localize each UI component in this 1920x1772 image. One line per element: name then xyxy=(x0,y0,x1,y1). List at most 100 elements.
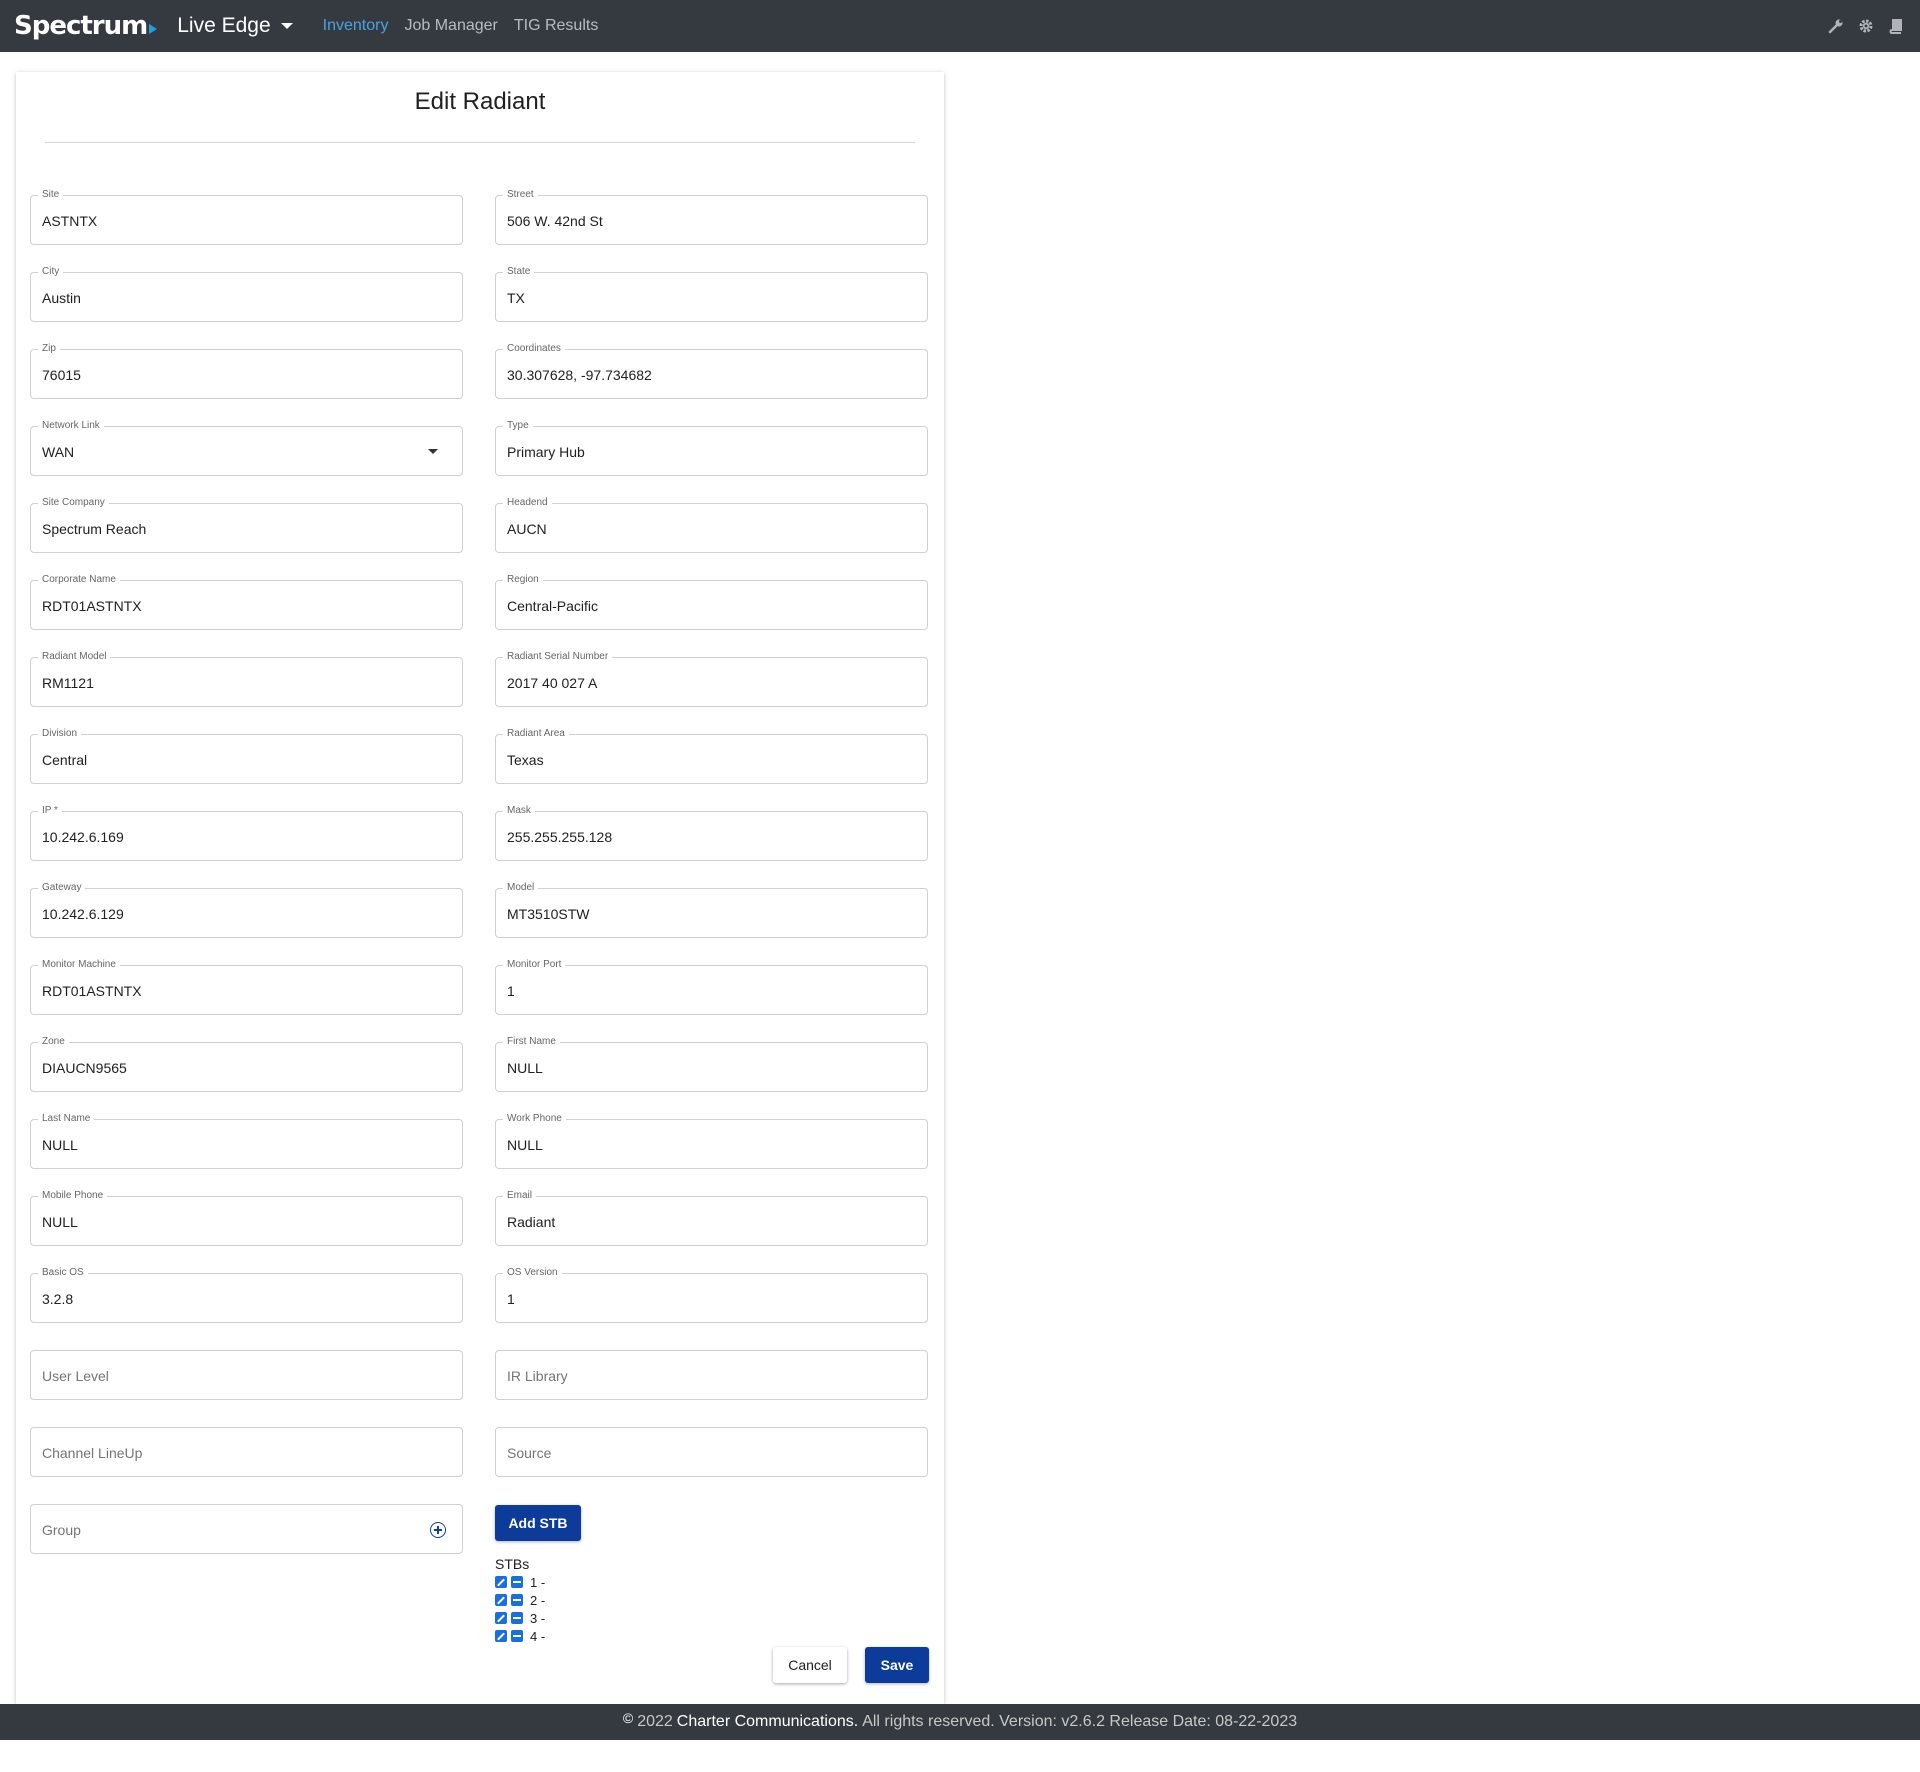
footer-year: 2022 xyxy=(637,1713,673,1730)
model-field[interactable]: Model MT3510STW xyxy=(495,882,928,938)
email-label: Email xyxy=(503,1190,537,1201)
save-button[interactable]: Save xyxy=(865,1647,929,1683)
remove-icon[interactable] xyxy=(511,1630,523,1642)
footer-text: All rights reserved. Version: v2.6.2 Rel… xyxy=(862,1713,1298,1730)
zip-field[interactable]: Zip 76015 xyxy=(30,343,463,399)
region-label: Region xyxy=(503,574,543,585)
last-name-field[interactable]: Last Name NULL xyxy=(30,1113,463,1169)
work-phone-field[interactable]: Work Phone NULL xyxy=(495,1113,928,1169)
stb-list-item: 4 - xyxy=(495,1628,545,1644)
nav-tig-results[interactable]: TIG Results xyxy=(514,17,598,35)
monitor-machine-label: Monitor Machine xyxy=(38,959,120,970)
source-placeholder: Source xyxy=(507,1445,552,1461)
monitor-port-field[interactable]: Monitor Port 1 xyxy=(495,959,928,1015)
book-icon[interactable] xyxy=(1886,16,1906,36)
type-field[interactable]: Type Primary Hub xyxy=(495,420,928,476)
edit-icon[interactable] xyxy=(495,1576,507,1588)
mask-field[interactable]: Mask 255.255.255.128 xyxy=(495,805,928,861)
user-level-field[interactable]: User Level xyxy=(30,1350,463,1400)
type-label: Type xyxy=(503,420,533,431)
radiant-serial-field[interactable]: Radiant Serial Number 2017 40 027 A xyxy=(495,651,928,707)
gateway-value: 10.242.6.129 xyxy=(42,906,124,922)
channel-lineup-placeholder: Channel LineUp xyxy=(42,1445,143,1461)
mask-value: 255.255.255.128 xyxy=(507,829,613,845)
state-field[interactable]: State TX xyxy=(495,266,928,322)
site-company-field[interactable]: Site Company Spectrum Reach xyxy=(30,497,463,553)
city-field[interactable]: City Austin xyxy=(30,266,463,322)
mobile-phone-value: NULL xyxy=(42,1214,78,1230)
brand-text: Spectrum xyxy=(14,11,148,41)
basic-os-value: 3.2.8 xyxy=(42,1291,74,1307)
region-field[interactable]: Region Central-Pacific xyxy=(495,574,928,630)
model-label: Model xyxy=(503,882,539,893)
city-value: Austin xyxy=(42,290,81,306)
gear-icon[interactable] xyxy=(1856,16,1876,36)
stb-list-item: 2 - xyxy=(495,1592,545,1608)
group-placeholder: Group xyxy=(42,1522,81,1538)
street-field[interactable]: Street 506 W. 42nd St xyxy=(495,189,928,245)
basic-os-field[interactable]: Basic OS 3.2.8 xyxy=(30,1267,463,1323)
site-field[interactable]: Site ASTNTX xyxy=(30,189,463,245)
division-field[interactable]: Division Central xyxy=(30,728,463,784)
division-value: Central xyxy=(42,752,88,768)
nav-job-manager[interactable]: Job Manager xyxy=(404,17,497,35)
remove-icon[interactable] xyxy=(511,1594,523,1606)
wrench-icon[interactable] xyxy=(1826,16,1846,36)
source-field[interactable]: Source xyxy=(495,1427,928,1477)
monitor-port-label: Monitor Port xyxy=(503,959,566,970)
monitor-machine-field[interactable]: Monitor Machine RDT01ASTNTX xyxy=(30,959,463,1015)
remove-icon[interactable] xyxy=(511,1612,523,1624)
street-label: Street xyxy=(503,189,538,200)
coordinates-label: Coordinates xyxy=(503,343,565,354)
add-stb-button[interactable]: Add STB xyxy=(495,1505,581,1541)
remove-icon[interactable] xyxy=(511,1576,523,1588)
headend-field[interactable]: Headend AUCN xyxy=(495,497,928,553)
monitor-machine-value: RDT01ASTNTX xyxy=(42,983,142,999)
radiant-area-field[interactable]: Radiant Area Texas xyxy=(495,728,928,784)
spectrum-logo[interactable]: Spectrum xyxy=(14,11,158,41)
gateway-field[interactable]: Gateway 10.242.6.129 xyxy=(30,882,463,938)
ir-library-placeholder: IR Library xyxy=(507,1368,568,1384)
gateway-label: Gateway xyxy=(38,882,86,893)
nav-inventory[interactable]: Inventory xyxy=(323,17,389,35)
channel-lineup-field[interactable]: Channel LineUp xyxy=(30,1427,463,1477)
zone-field[interactable]: Zone DIAUCN9565 xyxy=(30,1036,463,1092)
radiant-model-field[interactable]: Radiant Model RM1121 xyxy=(30,651,463,707)
stbs-heading: STBs xyxy=(495,1556,530,1572)
edit-icon[interactable] xyxy=(495,1594,507,1606)
state-value: TX xyxy=(507,290,525,306)
network-link-select[interactable]: Network Link WAN xyxy=(30,420,463,476)
stb-label: 3 - xyxy=(530,1610,546,1626)
radiant-serial-value: 2017 40 027 A xyxy=(507,675,598,691)
app-name: Live Edge xyxy=(177,14,271,37)
headend-value: AUCN xyxy=(507,521,547,537)
user-level-placeholder: User Level xyxy=(42,1368,109,1384)
region-value: Central-Pacific xyxy=(507,598,599,614)
main-nav: Inventory Job Manager TIG Results xyxy=(323,17,615,35)
edit-icon[interactable] xyxy=(495,1630,507,1642)
zip-label: Zip xyxy=(38,343,60,354)
cancel-button[interactable]: Cancel xyxy=(773,1647,847,1683)
stb-label: 1 - xyxy=(530,1574,546,1590)
site-company-value: Spectrum Reach xyxy=(42,521,147,537)
first-name-value: NULL xyxy=(507,1060,543,1076)
stb-label: 4 - xyxy=(530,1628,546,1644)
edit-icon[interactable] xyxy=(495,1612,507,1624)
os-version-field[interactable]: OS Version 1 xyxy=(495,1267,928,1323)
first-name-field[interactable]: First Name NULL xyxy=(495,1036,928,1092)
copyright-icon: © xyxy=(622,1710,634,1726)
title-divider xyxy=(45,142,915,143)
coordinates-field[interactable]: Coordinates 30.307628, -97.734682 xyxy=(495,343,928,399)
radiant-area-value: Texas xyxy=(507,752,544,768)
group-field[interactable]: Group xyxy=(30,1504,463,1554)
radiant-model-value: RM1121 xyxy=(42,675,94,691)
mobile-phone-field[interactable]: Mobile Phone NULL xyxy=(30,1190,463,1246)
zone-label: Zone xyxy=(38,1036,69,1047)
add-circle-icon[interactable] xyxy=(430,1522,446,1538)
ip-field[interactable]: IP * 10.242.6.169 xyxy=(30,805,463,861)
ir-library-field[interactable]: IR Library xyxy=(495,1350,928,1400)
radiant-model-label: Radiant Model xyxy=(38,651,111,662)
corporate-name-field[interactable]: Corporate Name RDT01ASTNTX xyxy=(30,574,463,630)
email-field[interactable]: Email Radiant xyxy=(495,1190,928,1246)
app-switcher-dropdown[interactable]: Live Edge xyxy=(177,14,293,38)
